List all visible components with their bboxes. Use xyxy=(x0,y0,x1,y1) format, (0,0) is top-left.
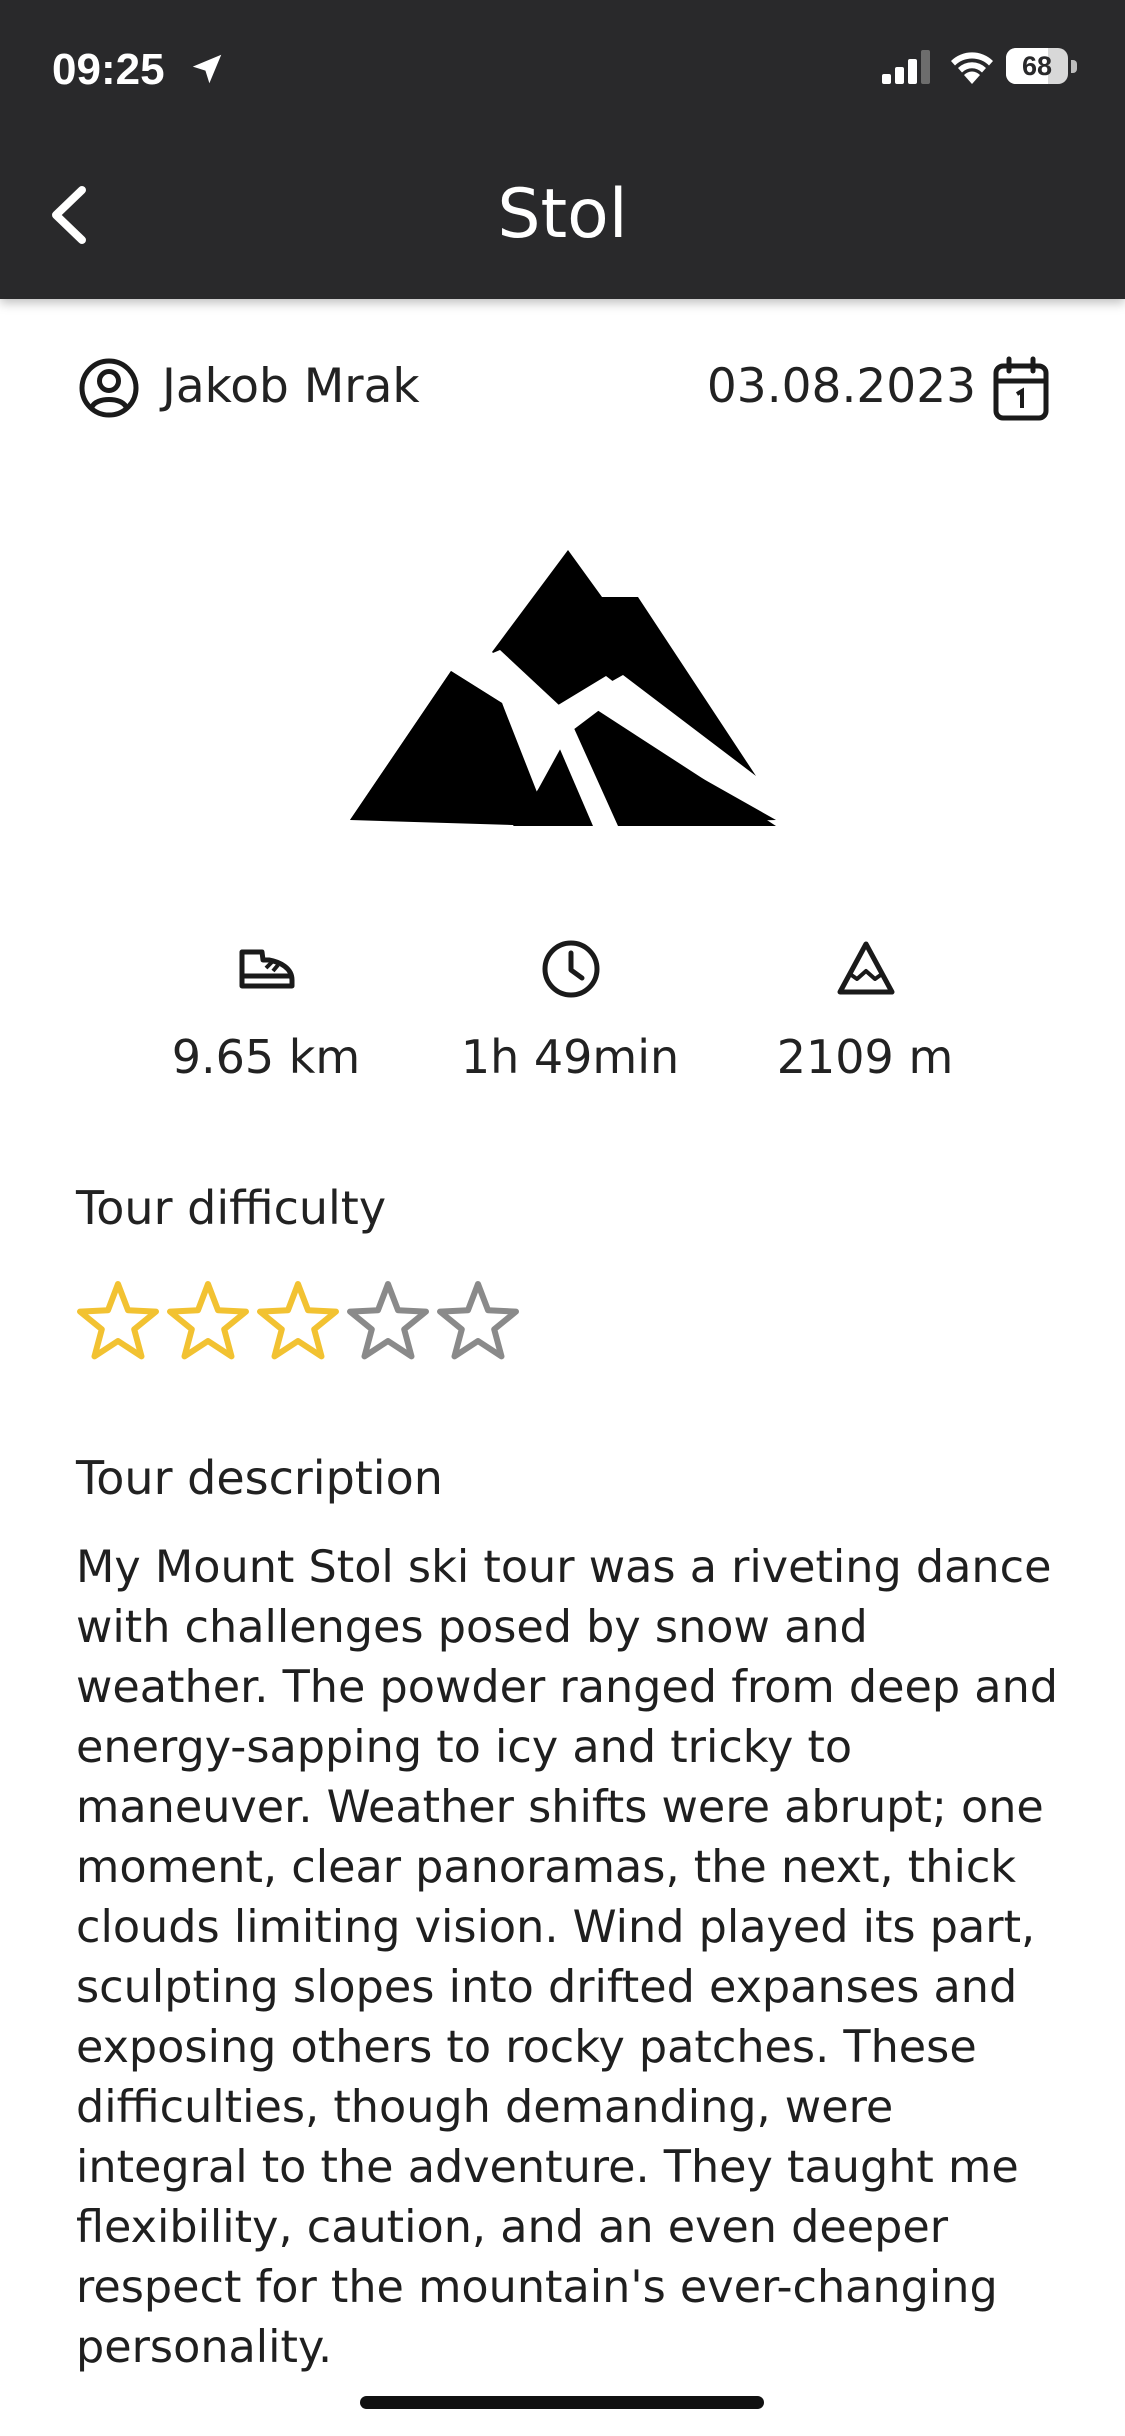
star-filled-icon[interactable] xyxy=(254,1278,342,1366)
star-filled-icon[interactable] xyxy=(164,1278,252,1366)
status-time: 09:25 xyxy=(52,45,165,94)
back-button[interactable] xyxy=(30,170,110,260)
clock-icon xyxy=(542,940,600,998)
battery-cap xyxy=(1071,60,1077,73)
cellular-signal-icon xyxy=(882,50,930,84)
description-heading: Tour description xyxy=(76,1451,443,1505)
description-text: My Mount Stol ski tour was a riveting da… xyxy=(76,1542,1059,2373)
distance-value: 9.65 km xyxy=(171,1030,361,1084)
star-empty-icon[interactable] xyxy=(344,1278,432,1366)
home-indicator[interactable] xyxy=(360,2396,764,2409)
author-name: Jakob Mrak xyxy=(162,359,420,414)
star-filled-icon[interactable] xyxy=(74,1278,162,1366)
tour-date: 03.08.2023 xyxy=(680,354,1050,421)
difficulty-rating xyxy=(74,1278,534,1368)
page-title: Stol xyxy=(497,175,628,254)
shoe-icon xyxy=(239,949,295,989)
duration-value: 1h 49min xyxy=(460,1030,680,1084)
battery-body: 68 xyxy=(1006,48,1068,84)
tour-detail-screen: 09:25 68 Stol Jakob Mrak 03.08.2023 9.65… xyxy=(0,0,1125,2436)
wifi-icon xyxy=(951,52,993,84)
star-empty-icon[interactable] xyxy=(434,1278,522,1366)
battery-level: 68 xyxy=(1021,51,1053,81)
battery-icon: 68 xyxy=(1006,48,1078,86)
mountain-peak-icon xyxy=(837,941,895,995)
stat-distance: 9.65 km xyxy=(136,938,396,1088)
stat-duration: 1h 49min xyxy=(440,938,700,1088)
difficulty-heading: Tour difficulty xyxy=(76,1181,387,1235)
elevation-value: 2109 m xyxy=(776,1030,954,1084)
mountain-icon xyxy=(350,550,776,826)
user-circle-icon xyxy=(79,358,139,418)
location-arrow-icon xyxy=(192,54,222,84)
stat-elevation: 2109 m xyxy=(735,938,995,1088)
chevron-left-icon xyxy=(52,186,86,244)
calendar-icon xyxy=(993,356,1049,421)
date-text: 03.08.2023 xyxy=(706,359,976,414)
app-header: 09:25 68 Stol xyxy=(0,0,1125,299)
